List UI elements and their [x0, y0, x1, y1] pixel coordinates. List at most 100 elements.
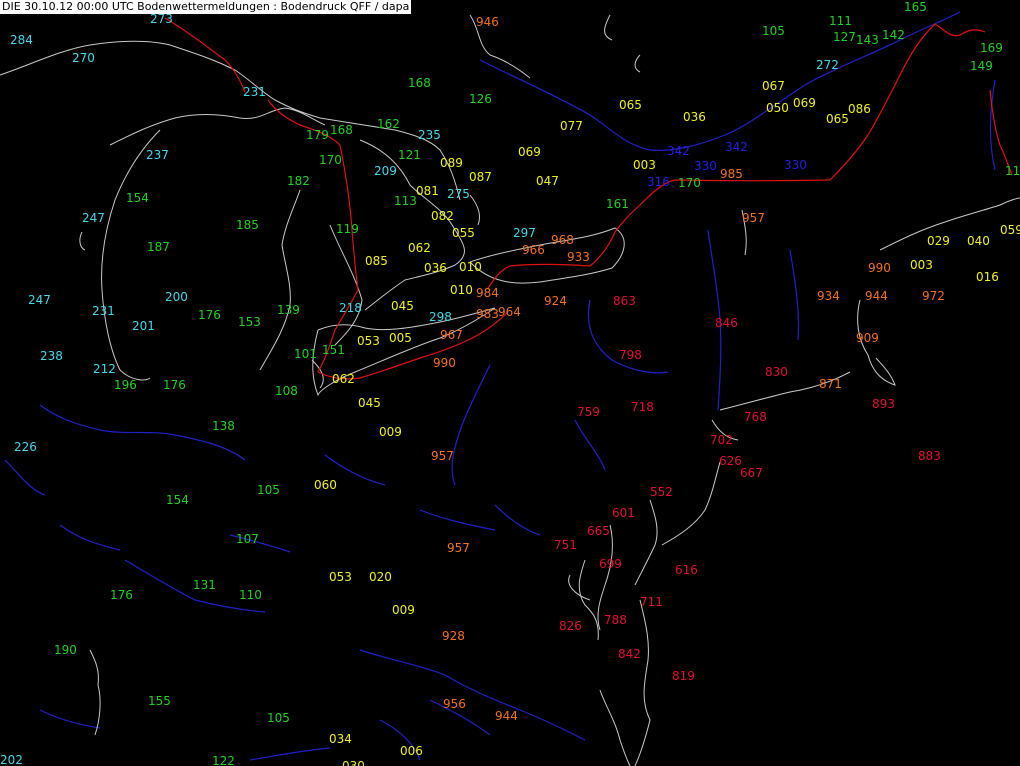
station-value: 154: [126, 191, 149, 205]
station-value: 105: [257, 483, 280, 497]
station-value: 273: [150, 12, 173, 26]
station-value: 924: [544, 294, 567, 308]
coastline-segment: [0, 40, 321, 119]
station-value: 667: [740, 466, 763, 480]
station-value: 162: [377, 117, 400, 131]
station-value: 842: [618, 647, 641, 661]
station-value: 990: [868, 261, 891, 275]
station-value: 552: [650, 485, 673, 499]
station-value: 957: [447, 541, 470, 555]
station-value: 665: [587, 524, 610, 538]
station-value: 759: [577, 405, 600, 419]
station-observations: 273 946 165 284 111 105 127 143 142 169 270 272 149 1…: [0, 0, 1020, 766]
station-value: 060: [314, 478, 337, 492]
station-value: 105: [267, 711, 290, 725]
river-segment: [59, 524, 121, 551]
station-value: 029: [927, 234, 950, 248]
station-value: 036: [424, 261, 447, 275]
station-value: 050: [766, 101, 789, 115]
station-value: 142: [882, 28, 905, 42]
station-value: 138: [212, 419, 235, 433]
station-value: 153: [238, 315, 261, 329]
coastline-segment: [604, 14, 613, 41]
station-value: 702: [710, 433, 733, 447]
station-value: 122: [212, 754, 235, 766]
coastline-segment: [101, 129, 161, 381]
station-value: 081: [416, 184, 439, 198]
station-value: 126: [469, 92, 492, 106]
station-value: 045: [391, 299, 414, 313]
station-value: 176: [110, 588, 133, 602]
station-value: 016: [976, 270, 999, 284]
station-value: 297: [513, 226, 536, 240]
station-value: 055: [452, 226, 475, 240]
station-value: 005: [389, 331, 412, 345]
station-value: 179: [306, 128, 329, 142]
station-value: 330: [784, 158, 807, 172]
station-value: 968: [551, 233, 574, 247]
station-value: 883: [918, 449, 941, 463]
station-value: 119: [336, 222, 359, 236]
river-segment: [359, 649, 586, 741]
station-value: 218: [339, 301, 362, 315]
station-value: 972: [922, 289, 945, 303]
station-value: 020: [369, 570, 392, 584]
station-value: 110: [239, 588, 262, 602]
station-value: 010: [459, 260, 482, 274]
station-value: 168: [330, 123, 353, 137]
station-value: 830: [765, 365, 788, 379]
river-segment: [39, 709, 101, 729]
station-value: 316: [647, 175, 670, 189]
station-value: 062: [332, 372, 355, 386]
weather-map: 273 946 165 284 111 105 127 143 142 169 270 272 149 1…: [0, 0, 1020, 766]
station-value: 065: [619, 98, 642, 112]
station-value: 226: [14, 440, 37, 454]
station-value: 944: [865, 289, 888, 303]
station-value: 065: [826, 112, 849, 126]
station-value: 330: [694, 159, 717, 173]
station-value: 053: [329, 570, 352, 584]
border-segment: [164, 17, 246, 93]
station-value: 003: [910, 258, 933, 272]
station-value: 111: [829, 14, 852, 28]
station-value: 182: [287, 174, 310, 188]
station-value: 107: [236, 532, 259, 546]
coastline-segment: [79, 231, 86, 251]
station-value: 087: [469, 170, 492, 184]
station-value: 983: [476, 307, 499, 321]
station-value: 201: [132, 319, 155, 333]
station-value: 155: [148, 694, 171, 708]
river-segment: [451, 364, 491, 486]
station-value: 934: [817, 289, 840, 303]
station-value: 009: [392, 603, 415, 617]
station-value: 984: [476, 286, 499, 300]
station-value: 11: [1005, 164, 1020, 178]
station-value: 798: [619, 348, 642, 362]
station-value: 047: [536, 174, 559, 188]
station-value: 946: [476, 15, 499, 29]
border-segment: [317, 144, 359, 373]
station-value: 067: [762, 79, 785, 93]
station-value: 082: [431, 209, 454, 223]
station-value: 985: [720, 167, 743, 181]
coastline-segment: [634, 54, 641, 73]
station-value: 108: [275, 384, 298, 398]
station-value: 616: [675, 563, 698, 577]
station-value: 139: [277, 303, 300, 317]
station-value: 200: [165, 290, 188, 304]
station-value: 237: [146, 148, 169, 162]
station-value: 165: [904, 0, 927, 14]
station-value: 089: [440, 156, 463, 170]
station-value: 212: [93, 362, 116, 376]
station-value: 168: [408, 76, 431, 90]
station-value: 209: [374, 164, 397, 178]
station-value: 030: [342, 759, 365, 766]
station-value: 909: [856, 331, 879, 345]
station-value: 231: [243, 85, 266, 99]
station-value: 928: [442, 629, 465, 643]
station-value: 086: [848, 102, 871, 116]
station-value: 069: [518, 145, 541, 159]
station-value: 846: [715, 316, 738, 330]
station-value: 788: [604, 613, 627, 627]
station-value: 342: [725, 140, 748, 154]
